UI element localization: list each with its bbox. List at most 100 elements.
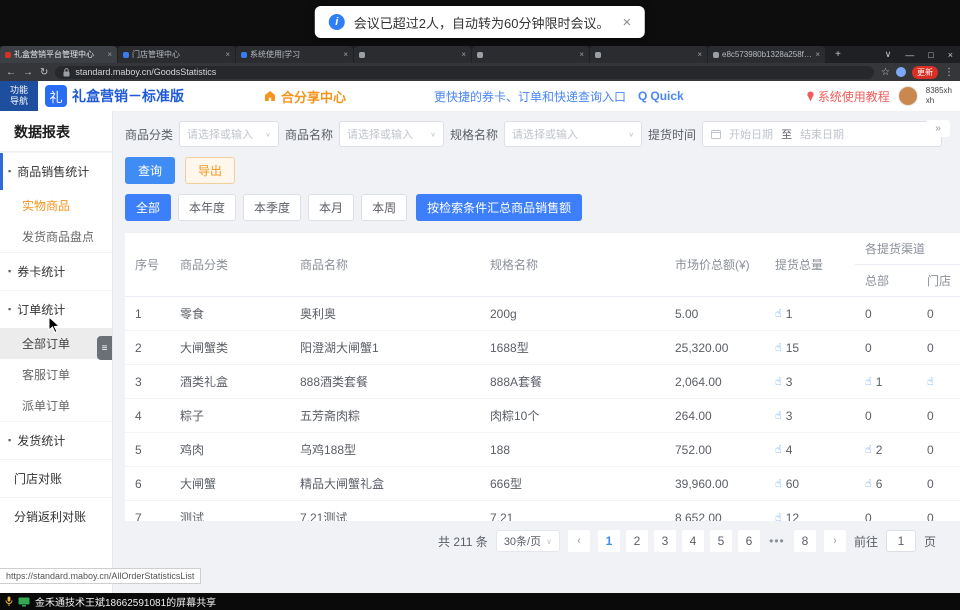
browser-update-button[interactable]: 更新 (912, 66, 938, 79)
new-tab-button[interactable]: + (830, 46, 846, 63)
sidebar-item[interactable]: ▪ 实物商品 (0, 190, 112, 221)
sidebar-item[interactable]: ▪ 派单订单 (0, 390, 112, 421)
sidebar-item[interactable]: ▪ 发货商品盘点 (0, 221, 112, 252)
forward-icon[interactable]: → (23, 67, 33, 78)
tab-close-icon[interactable]: × (343, 50, 348, 59)
browser-tab[interactable]: 系统使用|学习 × (236, 46, 353, 63)
page-size-select[interactable]: 30条/页 ∨ (496, 530, 560, 552)
bookmark-star-icon[interactable]: ☆ (881, 67, 890, 78)
cell-hq-pick[interactable]: ☝1 (855, 365, 917, 399)
tab-close-icon[interactable]: × (815, 50, 820, 59)
date-range-picker[interactable]: 开始日期 至 结束日期 (702, 121, 942, 147)
sidebar-item[interactable]: ▪ 商品销售统计 (0, 152, 112, 190)
export-button[interactable]: 导出 (185, 157, 235, 184)
url-bar[interactable]: standard.maboy.cn/GoodsStatistics (55, 66, 874, 79)
browser-menu-icon[interactable]: ⋮ (944, 67, 954, 78)
cell-total-pick[interactable]: ☝60 (765, 467, 855, 501)
cell-hq-pick[interactable]: ☝0 (855, 501, 917, 522)
toast-close-icon[interactable]: × (618, 14, 631, 31)
tab-close-icon[interactable]: × (697, 50, 702, 59)
page-number[interactable]: 8 (794, 530, 816, 552)
sidebar-item[interactable]: ▪ 发货统计 (0, 421, 112, 459)
menu-bullet-icon: ▪ (8, 267, 11, 276)
cell-store-pick[interactable]: ☝0 (917, 297, 960, 331)
cell-store-pick[interactable]: ☝0 (917, 331, 960, 365)
sidebar-item[interactable]: ▪ 门店对账 (0, 459, 112, 497)
sidebar-item[interactable]: ▪ 券卡统计 (0, 252, 112, 290)
browser-tab[interactable]: × (590, 46, 707, 63)
tab-close-icon[interactable]: × (107, 50, 112, 59)
table-row: 1 零食 奥利奥 200g 5.00 ☝1 ☝0 (125, 297, 960, 331)
tab-close-icon[interactable]: × (461, 50, 466, 59)
range-tab[interactable]: 本周 (361, 194, 407, 221)
browser-tab[interactable]: e8c573980b1328a258fd2e6f × (708, 46, 825, 63)
cell-store-pick[interactable]: ☝0 (917, 433, 960, 467)
page-number[interactable]: 6 (738, 530, 760, 552)
tab-close-icon[interactable]: × (579, 50, 584, 59)
maximize-button[interactable]: □ (921, 50, 940, 60)
page-number[interactable]: 3 (654, 530, 676, 552)
tutorial-link[interactable]: 系统使用教程 (806, 88, 890, 105)
user-avatar[interactable] (898, 86, 918, 106)
cell-total-pick[interactable]: ☝12 (765, 501, 855, 522)
page-number[interactable]: 4 (682, 530, 704, 552)
cell-hq-pick[interactable]: ☝0 (855, 331, 917, 365)
cell-total-pick[interactable]: ☝3 (765, 365, 855, 399)
cell-store-pick[interactable]: ☝ (917, 365, 960, 399)
range-tab[interactable]: 本年度 (178, 194, 236, 221)
cell-store-pick[interactable]: ☝0 (917, 467, 960, 501)
date-start-placeholder[interactable]: 开始日期 (729, 126, 773, 142)
cell-hq-pick[interactable]: ☝0 (855, 399, 917, 433)
filter-select[interactable]: 请选择或输入 ∨ (179, 121, 279, 147)
search-button[interactable]: 查询 (125, 157, 175, 184)
prev-page-button[interactable]: ‹ (568, 530, 590, 552)
next-page-button[interactable]: › (824, 530, 846, 552)
sidebar-collapse-handle[interactable]: ≡ (97, 336, 112, 360)
range-tab[interactable]: 本季度 (243, 194, 301, 221)
cell-hq-pick[interactable]: ☝2 (855, 433, 917, 467)
window-close-button[interactable]: × (941, 50, 960, 60)
page-number[interactable]: 5 (710, 530, 732, 552)
browser-tab[interactable]: 礼盒营销平台管理中心 × (0, 46, 117, 63)
cell-hq-pick[interactable]: ☝0 (855, 297, 917, 331)
cell-store-pick[interactable]: ☝0 (917, 501, 960, 522)
cell-total-pick[interactable]: ☝1 (765, 297, 855, 331)
page-number[interactable]: ••• (766, 530, 788, 552)
share-center-link[interactable]: 合分享中心 (264, 87, 346, 106)
app-logo-icon: 礼 (45, 85, 67, 107)
filter-select[interactable]: 请选择或输入 ∨ (504, 121, 642, 147)
tab-search-icon[interactable]: ∨ (878, 49, 899, 60)
tab-close-icon[interactable]: × (225, 50, 230, 59)
cell-total-pick[interactable]: ☝4 (765, 433, 855, 467)
mouse-cursor (48, 316, 60, 334)
function-nav-button[interactable]: 功能 导航 (0, 81, 38, 111)
date-end-placeholder[interactable]: 结束日期 (800, 126, 844, 142)
sidebar-item[interactable]: ▪ 分销返利对账 (0, 497, 112, 535)
cell-hq-pick[interactable]: ☝6 (855, 467, 917, 501)
quick-link[interactable]: Q Quick (638, 89, 684, 103)
summary-button[interactable]: 按检索条件汇总商品销售额 (416, 194, 582, 221)
cell-category: 零食 (170, 297, 290, 331)
filter-select[interactable]: 请选择或输入 ∨ (339, 121, 444, 147)
cell-total-pick[interactable]: ☝15 (765, 331, 855, 365)
back-icon[interactable]: ← (6, 67, 16, 78)
pin-icon (806, 91, 815, 102)
range-tab[interactable]: 全部 (125, 194, 171, 221)
cell-total-pick[interactable]: ☝3 (765, 399, 855, 433)
browser-tab[interactable]: × (472, 46, 589, 63)
minimize-button[interactable]: — (898, 50, 921, 60)
range-tab[interactable]: 本月 (308, 194, 354, 221)
browser-profile-avatar[interactable] (896, 67, 906, 77)
hand-pointer-icon: ☝ (865, 478, 872, 490)
sidebar-item[interactable]: ▪ 客服订单 (0, 359, 112, 390)
browser-tab[interactable]: 门店管理中心 × (118, 46, 235, 63)
page-number[interactable]: 2 (626, 530, 648, 552)
goto-page-input[interactable] (886, 530, 916, 552)
panel-collapse-icon[interactable]: » (926, 120, 950, 137)
reload-icon[interactable]: ↻ (40, 67, 48, 78)
cell-store-pick[interactable]: ☝0 (917, 399, 960, 433)
tab-favicon (241, 52, 247, 58)
cell-index: 7 (125, 501, 170, 522)
browser-tab[interactable]: × (354, 46, 471, 63)
page-number[interactable]: 1 (598, 530, 620, 552)
